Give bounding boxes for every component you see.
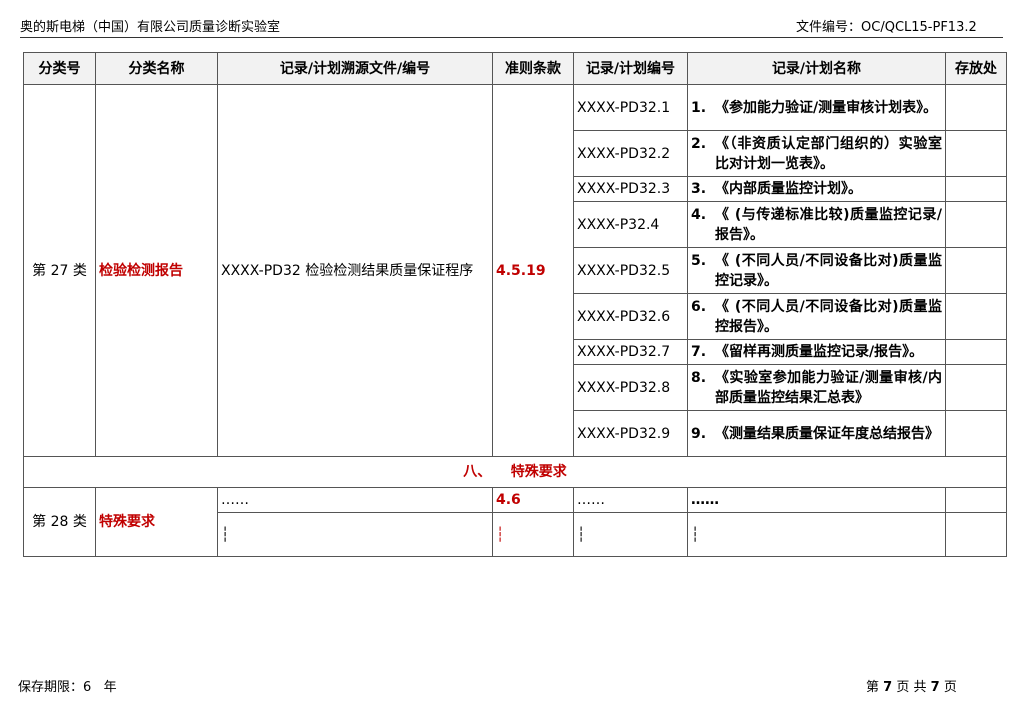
record-code: XXXX-PD32.9 (573, 410, 688, 457)
page-suffix: 页 (943, 680, 957, 695)
storage-cell (945, 247, 1007, 294)
source-doc-28: …… (217, 487, 493, 513)
class-name-27: 检验检测报告 (95, 84, 218, 457)
record-title: 《 (不同人员/不同设备比对)质量监控报告》。 (715, 298, 942, 335)
record-name: 5. 《 (不同人员/不同设备比对)质量监控记录》。 (687, 247, 946, 294)
file-number-value: OC/QCL15-PF13.2 (861, 20, 977, 35)
storage-cell (945, 130, 1007, 177)
table-row: 第 27 类 检验检测报告 XXXX-PD32 检验检测结果质量保证程序 4.5… (23, 84, 1007, 457)
col-header-source: 记录/计划溯源文件/编号 (217, 52, 493, 85)
table-header-row: 分类号 分类名称 记录/计划溯源文件/编号 准则条款 记录/计划编号 记录/计划… (23, 52, 1007, 85)
storage-cell (945, 512, 1007, 557)
storage-cell (945, 487, 1007, 513)
record-name: 6. 《 (不同人员/不同设备比对)质量监控报告》。 (687, 293, 946, 340)
record-title: 《测量结果质量保证年度总结报告》 (715, 425, 939, 442)
header-file-number: 文件编号：OC/QCL15-PF13.2 (796, 16, 977, 35)
record-code: XXXX-PD32.6 (573, 293, 688, 340)
record-number: 4. (691, 206, 707, 223)
page-current: 7 (883, 680, 893, 695)
record-name: 4. 《 (与传递标准比较)质量监控记录/报告》。 (687, 201, 946, 248)
continuation-mark: ┆ (687, 512, 946, 557)
records-table: 分类号 分类名称 记录/计划溯源文件/编号 准则条款 记录/计划编号 记录/计划… (23, 52, 1007, 557)
record-title: 《参加能力验证/测量审核计划表》。 (715, 99, 938, 116)
record-number: 8. (691, 369, 707, 386)
clause-27: 4.5.19 (492, 84, 574, 457)
footer-retention: 保存期限：6 年 (18, 680, 117, 695)
col-header-storage: 存放处 (945, 52, 1007, 85)
record-name: 8. 《实验室参加能力验证/测量审核/内部质量监控结果汇总表》 (687, 364, 946, 411)
continuation-mark: ┆ (492, 512, 574, 557)
continuation-mark: ┆ (217, 512, 493, 557)
record-number: 9. (691, 425, 707, 442)
record-number: 7. (691, 344, 707, 360)
record-number: 3. (691, 181, 707, 197)
section-title: 八、 特殊要求 (23, 456, 1007, 488)
table-row: 第 28 类 特殊要求 …… 4.6 …… …… (23, 487, 1007, 557)
storage-cell (945, 176, 1007, 202)
col-header-record-code: 记录/计划编号 (573, 52, 688, 85)
record-title: 《留样再测质量监控记录/报告》。 (715, 344, 924, 360)
record-code: XXXX-PD32.3 (573, 176, 688, 202)
record-name: 3. 《内部质量监控计划》。 (687, 176, 946, 202)
record-code: XXXX-PD32.5 (573, 247, 688, 294)
record-name: 1. 《参加能力验证/测量审核计划表》。 (687, 84, 946, 131)
storage-cell (945, 201, 1007, 248)
record-title: 《实验室参加能力验证/测量审核/内部质量监控结果汇总表》 (715, 369, 942, 406)
page-prefix: 第 (866, 680, 880, 695)
record-title: 《 (与传递标准比较)质量监控记录/报告》。 (715, 206, 942, 243)
header-divider (20, 37, 1003, 38)
file-number-label: 文件编号： (796, 20, 862, 35)
storage-cell (945, 293, 1007, 340)
record-number: 2. (691, 135, 707, 152)
page-middle: 页 共 (896, 680, 927, 695)
record-name: 7. 《留样再测质量监控记录/报告》。 (687, 339, 946, 365)
storage-cell (945, 339, 1007, 365)
footer-page-info: 第 7 页 共 7 页 (866, 676, 957, 695)
section-row: 八、 特殊要求 (23, 456, 1007, 488)
record-code: XXXX-PD32.2 (573, 130, 688, 177)
storage-cell (945, 84, 1007, 131)
col-header-clause: 准则条款 (492, 52, 574, 85)
record-code: …… (573, 487, 688, 513)
record-number: 6. (691, 298, 707, 315)
record-code: XXXX-PD32.1 (573, 84, 688, 131)
record-name: 2. 《（非资质认定部门组织的）实验室比对计划一览表》。 (687, 130, 946, 177)
record-code: XXXX-P32.4 (573, 201, 688, 248)
record-number: 1. (691, 99, 707, 116)
record-title: 《 (不同人员/不同设备比对)质量监控记录》。 (715, 252, 942, 289)
page-total: 7 (930, 680, 940, 695)
class-no-28: 第 28 类 (23, 487, 96, 557)
col-header-class-no: 分类号 (23, 52, 96, 85)
record-title: 《内部质量监控计划》。 (715, 181, 862, 197)
class-no-27: 第 27 类 (23, 84, 96, 457)
record-name: 9. 《测量结果质量保证年度总结报告》 (687, 410, 946, 457)
col-header-class-name: 分类名称 (95, 52, 218, 85)
storage-cell (945, 410, 1007, 457)
col-header-record-name: 记录/计划名称 (687, 52, 946, 85)
continuation-mark: ┆ (573, 512, 688, 557)
header-company: 奥的斯电梯（中国）有限公司质量诊断实验室 (20, 20, 281, 35)
record-number: 5. (691, 252, 707, 269)
clause-28: 4.6 (492, 487, 574, 513)
storage-cell (945, 364, 1007, 411)
class-name-28: 特殊要求 (95, 487, 218, 557)
source-doc-27: XXXX-PD32 检验检测结果质量保证程序 (217, 84, 493, 457)
record-title: 《（非资质认定部门组织的）实验室比对计划一览表》。 (715, 135, 942, 172)
record-code: XXXX-PD32.7 (573, 339, 688, 365)
record-name: …… (687, 487, 946, 513)
record-code: XXXX-PD32.8 (573, 364, 688, 411)
